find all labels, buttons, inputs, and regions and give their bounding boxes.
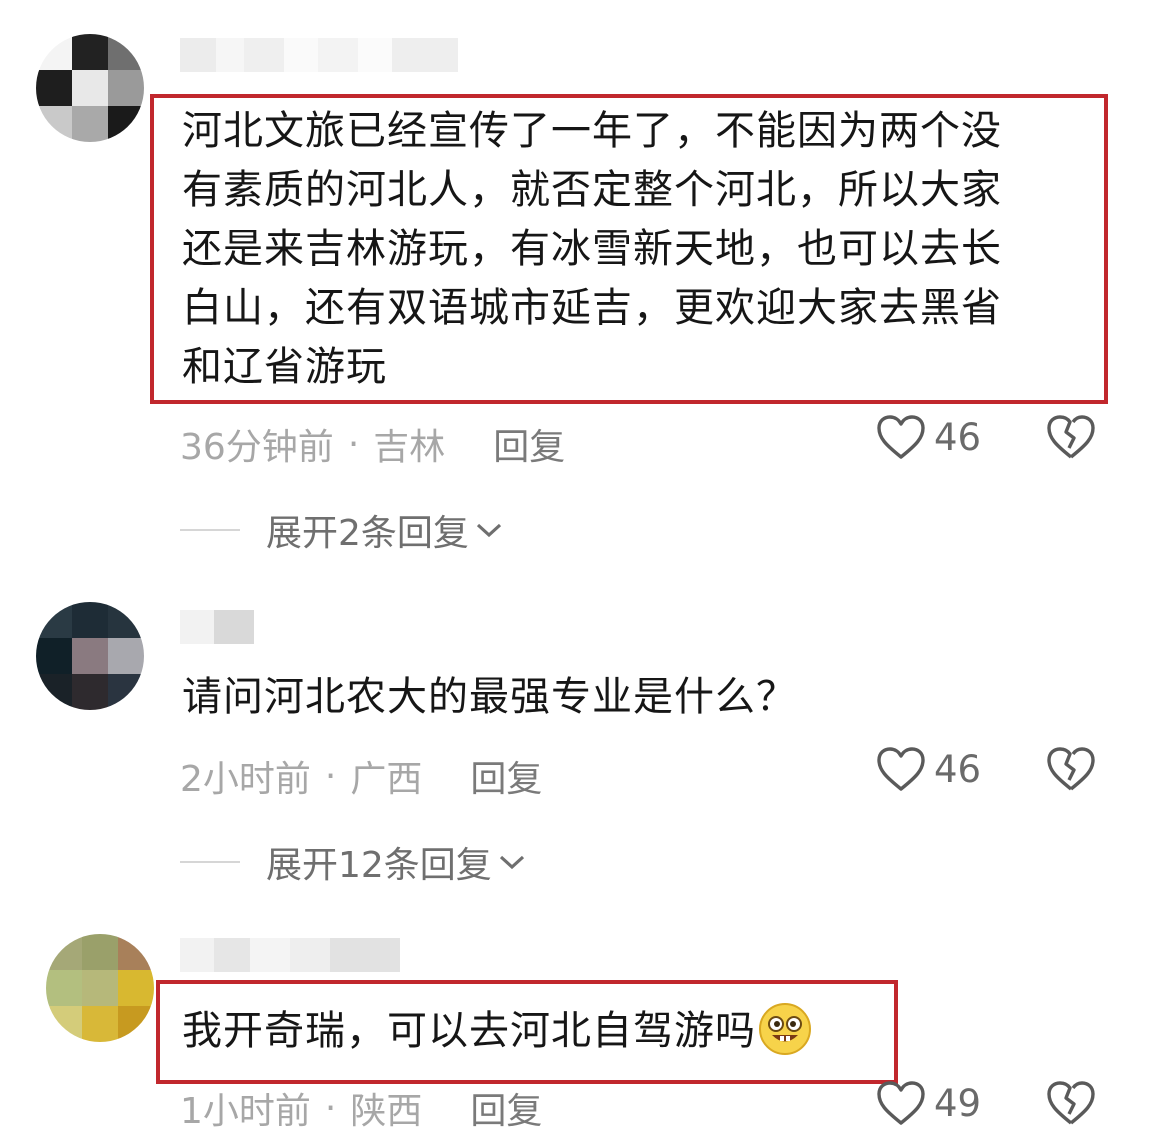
comment-line: 还是来吉林游玩，有冰雪新天地，也可以去长 [182, 226, 1002, 272]
comment-meta: 1小时前 · 陕西 回复 [180, 1082, 542, 1134]
avatar[interactable] [36, 34, 144, 142]
reply-button[interactable]: 回复 [493, 418, 565, 470]
separator: · [324, 755, 337, 797]
reply-button[interactable]: 回复 [470, 750, 542, 802]
grinning-emoji-icon [759, 1003, 811, 1055]
broken-heart-icon [1047, 747, 1095, 791]
comment-line: 有素质的河北人，就否定整个河北，所以大家 [182, 167, 1002, 213]
avatar[interactable] [36, 602, 144, 710]
divider [180, 861, 240, 863]
like-button[interactable]: 49 [876, 1080, 981, 1126]
comment-meta: 36分钟前 · 吉林 回复 [180, 418, 565, 470]
timestamp: 36分钟前 [180, 427, 334, 468]
location: 陕西 [350, 1091, 423, 1132]
expand-replies-button[interactable]: 展开2条回复 [180, 504, 503, 556]
like-button[interactable]: 46 [876, 746, 981, 792]
username[interactable] [180, 38, 458, 72]
comment-text: 河北文旅已经宣传了一年了，不能因为两个没 有素质的河北人，就否定整个河北，所以大… [182, 102, 1102, 397]
timestamp: 2小时前 [180, 759, 311, 800]
username[interactable] [180, 610, 254, 644]
like-button[interactable]: 46 [876, 414, 981, 460]
comment-line: 白山，还有双语城市延吉，更欢迎大家去黑省 [182, 285, 1002, 331]
reply-button[interactable]: 回复 [470, 1082, 542, 1134]
separator: · [347, 423, 360, 465]
dislike-button[interactable] [1046, 746, 1096, 796]
like-count: 49 [934, 1081, 982, 1125]
chevron-down-icon [476, 523, 501, 538]
comment-text: 请问河北农大的最强专业是什么？ [182, 668, 1102, 727]
heart-outline-icon [877, 1081, 925, 1125]
comment-line: 和辽省游玩 [182, 344, 387, 390]
comment-line: 我开奇瑞，可以去河北自驾游吗 [182, 1008, 756, 1054]
timestamp: 1小时前 [180, 1091, 311, 1132]
like-count: 46 [934, 415, 982, 459]
heart-outline-icon [877, 747, 925, 791]
expand-label: 展开12条回复 [266, 845, 492, 886]
chevron-down-icon [499, 855, 524, 870]
dislike-button[interactable] [1046, 414, 1096, 464]
broken-heart-icon [1047, 1081, 1095, 1125]
dislike-button[interactable] [1046, 1080, 1096, 1130]
location: 吉林 [373, 427, 446, 468]
separator: · [324, 1087, 337, 1129]
comment-meta: 2小时前 · 广西 回复 [180, 750, 542, 802]
like-count: 46 [934, 747, 982, 791]
avatar[interactable] [46, 934, 154, 1042]
comment-line: 河北文旅已经宣传了一年了，不能因为两个没 [182, 108, 1002, 154]
comment-text: 我开奇瑞，可以去河北自驾游吗 [182, 1002, 902, 1061]
username[interactable] [180, 938, 400, 972]
divider [180, 529, 240, 531]
comment-line: 请问河北农大的最强专业是什么？ [182, 674, 797, 720]
expand-label: 展开2条回复 [266, 513, 469, 554]
location: 广西 [350, 759, 423, 800]
broken-heart-icon [1047, 415, 1095, 459]
heart-outline-icon [877, 415, 925, 459]
expand-replies-button[interactable]: 展开12条回复 [180, 836, 526, 888]
